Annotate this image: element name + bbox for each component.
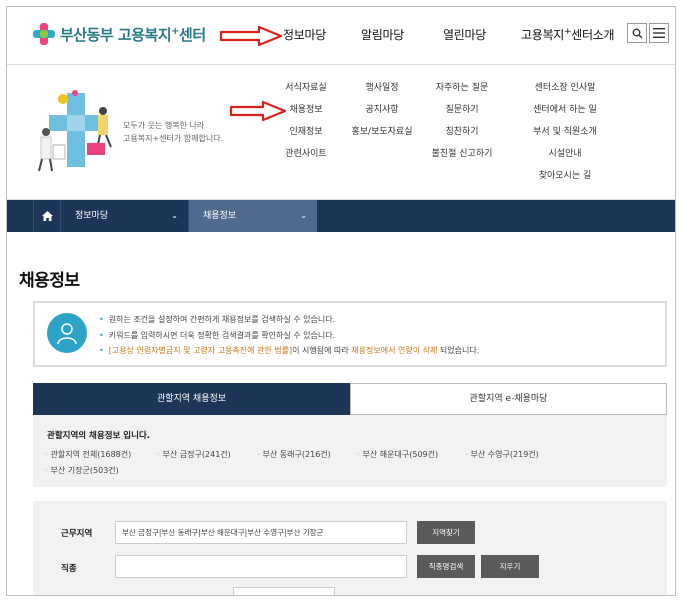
browser-frame: 부산동부 고용복지+센터 정보마당 알림마당 열린마당 고용복지+센터소개 모두…	[6, 6, 676, 596]
menu-item-jobs[interactable]: 채용정보	[281, 103, 331, 125]
region-link[interactable]: 부산 수영구(219건)	[465, 449, 539, 460]
menu-button[interactable]	[649, 23, 669, 43]
menu-item-directions[interactable]: 찾아오시는 길	[523, 169, 607, 191]
menu-item-complaint[interactable]: 불친절 신고하기	[427, 147, 497, 169]
menu-col-info: 서식자료실 채용정보 인재정보 관련사이트	[281, 81, 331, 169]
menu-item-talent[interactable]: 인재정보	[281, 125, 331, 147]
chevron-down-icon: ⌄	[300, 211, 307, 220]
annotation-arrow-icon	[229, 100, 287, 122]
area-label: 근무지역	[61, 529, 93, 539]
nav-notice-madang[interactable]: 알림마당	[361, 26, 404, 43]
home-icon	[41, 211, 53, 221]
breadcrumb-level2-dropdown[interactable]: 채용정보 ⌄	[189, 200, 317, 232]
info-line: [고용상 연령차별금지 및 고령자 고용촉진에 관한 법률]이 시행됨에 따라 …	[99, 343, 480, 359]
search-icon	[632, 28, 642, 38]
find-area-button[interactable]: 지역찾기	[417, 521, 475, 544]
region-link[interactable]: 부산 기장군(503건)	[45, 465, 119, 476]
hamburger-icon	[653, 28, 665, 38]
menu-col-open: 자주하는 질문 질문하기 칭찬하기 불친절 신고하기	[427, 81, 497, 169]
people-illustration-icon	[38, 90, 112, 172]
menu-item-related-sites[interactable]: 관련사이트	[281, 147, 331, 169]
tab-regional-jobs[interactable]: 관할지역 채용정보	[33, 383, 350, 415]
law-link[interactable]: [고용상 연령차별금지 및 고령자 고용촉진에 관한 법률]	[109, 346, 292, 355]
logo-plus: +	[171, 25, 180, 37]
info-box: 원하는 조건을 설정하여 간편하게 채용정보를 검색하실 수 있습니다. 키워드…	[33, 301, 667, 367]
menu-item-ask[interactable]: 질문하기	[427, 103, 497, 125]
region-link[interactable]: 부산 동래구(216건)	[257, 449, 331, 460]
breadcrumb-level1-dropdown[interactable]: 정보마당 ⌄	[61, 200, 189, 232]
logo-icon	[33, 23, 55, 45]
area-input[interactable]: 부산 금정구|부산 동래구|부산 해운대구|부산 수영구|부산 기장군	[115, 521, 407, 544]
menu-item-what-we-do[interactable]: 센터에서 하는 일	[523, 103, 607, 125]
menu-item-events[interactable]: 행사일정	[347, 81, 417, 103]
nav-info-madang[interactable]: 정보마당	[283, 26, 326, 43]
mega-menu: 모두가 웃는 행복한 나라 고용복지+센터가 함께합니다. 서식자료실 채용정보…	[7, 65, 675, 200]
info-line: 키워드를 입력하시면 더욱 정확한 검색결과를 확인하실 수 있습니다.	[99, 328, 479, 344]
region-link[interactable]: 부산 해운대구(509건)	[357, 449, 439, 460]
menu-item-staff[interactable]: 부서 및 직원소개	[523, 125, 607, 147]
search-button[interactable]	[627, 23, 647, 43]
tab-e-jobs[interactable]: 관할지역 e-채용마당	[350, 383, 667, 415]
clear-button[interactable]: 지우기	[481, 555, 539, 578]
region-link[interactable]: 부산 금정구(241건)	[157, 449, 231, 460]
site-header: 부산동부 고용복지+센터 정보마당 알림마당 열린마당 고용복지+센터소개	[7, 7, 675, 65]
chevron-down-icon: ⌄	[171, 211, 178, 220]
nav-center-intro[interactable]: 고용복지+센터소개	[521, 26, 614, 43]
breadcrumb: 정보마당 ⌄ 채용정보 ⌄	[7, 200, 675, 232]
person-icon	[47, 313, 87, 353]
job-type-search-button[interactable]: 직종명검색	[417, 555, 475, 578]
slogan: 모두가 웃는 행복한 나라 고용복지+센터가 함께합니다.	[123, 121, 224, 143]
annotation-arrow-icon	[219, 25, 283, 47]
site-logo[interactable]: 부산동부 고용복지+센터	[33, 23, 206, 45]
menu-col-center: 센터소장 인사말 센터에서 하는 일 부서 및 직원소개 시설안내 찾아오시는 …	[523, 81, 607, 191]
menu-item-praise[interactable]: 칭찬하기	[427, 125, 497, 147]
region-panel: 관할지역의 채용정보 입니다. 관할지역 전체(1688건) 부산 금정구(24…	[33, 415, 667, 487]
logo-text: 부산동부 고용복지	[60, 25, 172, 44]
form-field-stub[interactable]	[233, 587, 335, 595]
region-link[interactable]: 관할지역 전체(1688건)	[45, 449, 132, 460]
menu-item-announcements[interactable]: 공지사항	[347, 103, 417, 125]
page-title: 채용정보	[19, 271, 80, 291]
region-title: 관할지역의 채용정보 입니다.	[47, 431, 150, 441]
menu-item-press[interactable]: 홍보/보도자료실	[347, 125, 417, 147]
nav-open-madang[interactable]: 열린마당	[443, 26, 486, 43]
job-type-label: 직종	[61, 564, 77, 574]
menu-item-forms[interactable]: 서식자료실	[281, 81, 331, 103]
job-type-input[interactable]	[115, 555, 407, 578]
logo-suffix: 센터	[179, 25, 206, 44]
menu-col-notice: 행사일정 공지사항 홍보/보도자료실	[347, 81, 417, 147]
info-line: 원하는 조건을 설정하여 간편하게 채용정보를 검색하실 수 있습니다.	[99, 312, 479, 328]
home-button[interactable]	[33, 200, 61, 232]
menu-item-greeting[interactable]: 센터소장 인사말	[523, 81, 607, 103]
menu-item-facilities[interactable]: 시설안내	[523, 147, 607, 169]
menu-item-faq[interactable]: 자주하는 질문	[427, 81, 497, 103]
search-form: 근무지역 부산 금정구|부산 동래구|부산 해운대구|부산 수영구|부산 기장군…	[33, 501, 667, 595]
